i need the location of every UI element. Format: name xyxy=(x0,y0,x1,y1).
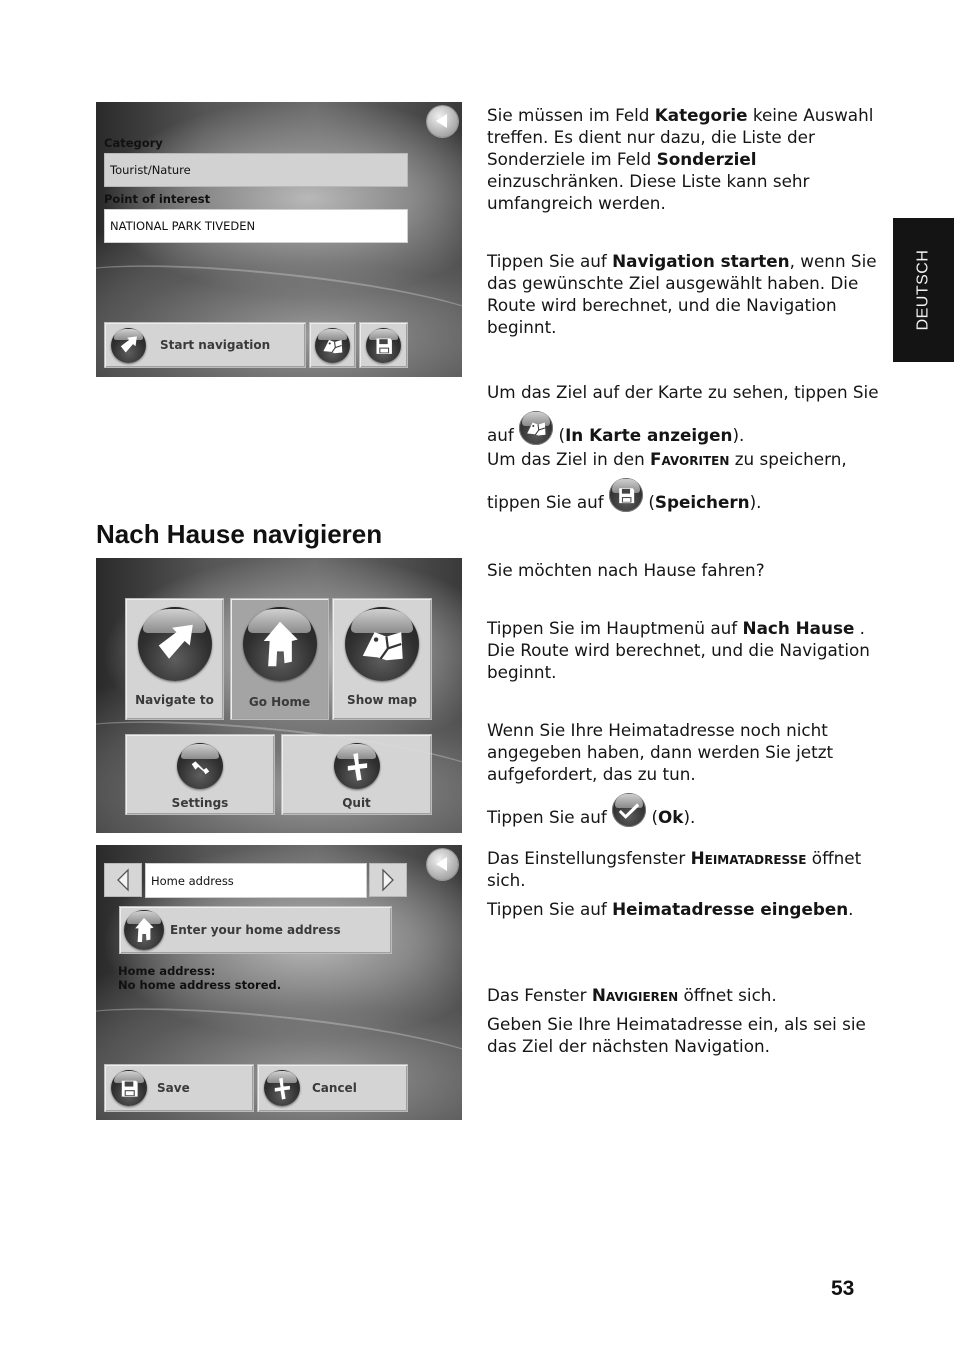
paragraph-home-address-prompt: Wenn Sie Ihre Heimatadresse noch nicht a… xyxy=(487,720,834,784)
menu-tile-navigate-to[interactable]: Navigate to xyxy=(125,598,224,720)
house-icon xyxy=(242,607,317,681)
floppy-disk-icon xyxy=(608,478,643,512)
cancel-button[interactable]: Cancel xyxy=(257,1064,408,1112)
navigate-arrow-icon xyxy=(137,607,212,681)
save-favorite-button[interactable] xyxy=(359,322,408,368)
close-x-icon xyxy=(333,743,380,789)
category-field[interactable]: Tourist/Nature xyxy=(104,153,408,187)
back-button[interactable] xyxy=(427,849,458,880)
language-label: DEUTSCH xyxy=(914,249,932,331)
paragraph-navigate-window-opens: Das Fenster Navigieren öffnet sich. xyxy=(487,985,777,1005)
menu-tile-settings[interactable]: Settings xyxy=(125,734,275,815)
home-address-screen: Home address Enter your home address Hom… xyxy=(96,845,462,1120)
paragraph-enter-address-instructions: Geben Sie Ihre Heimatadresse ein, als se… xyxy=(487,1014,866,1056)
home-address-status-value: No home address stored. xyxy=(118,978,282,992)
chevron-right-icon xyxy=(382,868,394,892)
settings-title-field: Home address xyxy=(145,863,367,898)
paragraph-category-hint: Sie müssen im Feld Kategorie keine Auswa… xyxy=(487,105,874,213)
menu-tile-go-home[interactable]: Go Home xyxy=(230,598,329,720)
back-button[interactable] xyxy=(427,106,458,137)
previous-button[interactable] xyxy=(104,863,142,897)
main-menu-screen: Navigate to Go Home Show map Settings Qu… xyxy=(96,558,462,833)
tile-label: Settings xyxy=(171,796,229,810)
next-button[interactable] xyxy=(369,863,407,897)
menu-tile-show-map[interactable]: Show map xyxy=(332,598,432,720)
start-navigation-label: Start navigation xyxy=(160,338,271,352)
map-icon xyxy=(345,607,419,681)
paragraph-tap-ok: Tippen Sie auf (Ok). xyxy=(487,793,892,836)
wrench-icon xyxy=(177,743,223,789)
map-icon xyxy=(519,411,554,445)
house-icon xyxy=(124,910,164,950)
paragraph-go-home-question: Sie möchten nach Hause fahren? xyxy=(487,560,765,580)
save-button[interactable]: Save xyxy=(104,1064,254,1112)
menu-tile-quit[interactable]: Quit xyxy=(281,734,432,815)
tile-label: Quit xyxy=(342,796,371,810)
tile-label: Show map xyxy=(347,693,417,707)
show-map-button[interactable] xyxy=(309,322,356,368)
category-label: Category xyxy=(104,136,163,150)
page-number: 53 xyxy=(831,1277,855,1300)
save-label: Save xyxy=(157,1081,190,1095)
paragraph-go-home-tap: Tippen Sie im Hauptmenü auf Nach Hause .… xyxy=(487,618,870,682)
poi-field[interactable]: NATIONAL PARK TIVEDEN xyxy=(104,209,408,243)
paragraph-tap-enter-home-address: Tippen Sie auf Heimatadresse eingeben. xyxy=(487,899,854,919)
tile-label: Navigate to xyxy=(135,693,214,707)
tile-label: Go Home xyxy=(248,695,311,709)
language-side-tab: DEUTSCH xyxy=(893,218,954,362)
paragraph-save-favorite: Um das Ziel in den Favoriten zu speicher… xyxy=(487,449,847,512)
checkmark-icon xyxy=(612,793,647,827)
home-address-status-label: Home address: xyxy=(118,964,216,978)
floppy-disk-icon xyxy=(111,1070,147,1106)
cancel-label: Cancel xyxy=(312,1081,357,1095)
floppy-disk-icon xyxy=(366,327,401,363)
enter-home-address-button[interactable]: Enter your home address xyxy=(119,906,392,954)
enter-home-address-label: Enter your home address xyxy=(170,923,341,937)
paragraph-start-navigation: Tippen Sie auf Navigation starten, wenn … xyxy=(487,251,877,337)
start-navigation-button[interactable]: Start navigation xyxy=(104,322,306,368)
map-icon xyxy=(315,327,350,363)
section-heading: Nach Hause navigieren xyxy=(96,519,383,549)
poi-screen: Category Tourist/Nature Point of interes… xyxy=(96,102,462,377)
paragraph-settings-window-opens: Das Einstellungsfenster Heimatadresse öf… xyxy=(487,848,862,890)
poi-label: Point of interest xyxy=(104,192,211,206)
chevron-left-icon xyxy=(117,868,129,892)
navigate-arrow-icon xyxy=(111,327,146,363)
close-x-icon xyxy=(264,1070,300,1106)
